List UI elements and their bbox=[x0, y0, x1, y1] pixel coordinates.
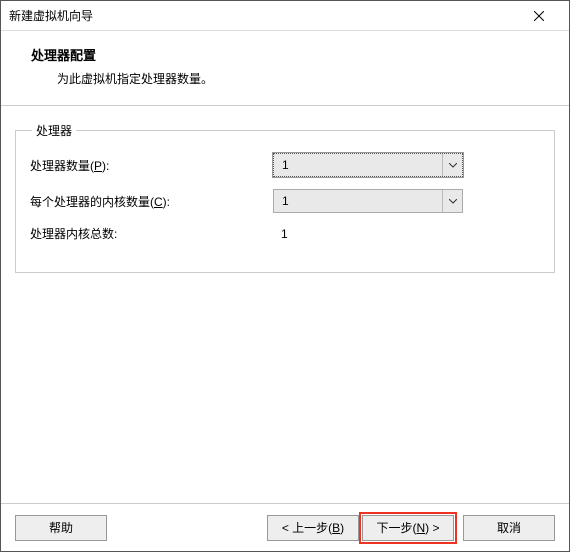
titlebar: 新建虚拟机向导 bbox=[1, 1, 569, 31]
next-button[interactable]: 下一步(N) > bbox=[362, 515, 454, 541]
cancel-button[interactable]: 取消 bbox=[463, 515, 555, 541]
row-total-cores: 处理器内核总数: 1 bbox=[28, 225, 542, 242]
combo-cpu-count[interactable]: 1 bbox=[273, 153, 463, 177]
row-cpu-count: 处理器数量(P): 1 bbox=[28, 153, 542, 177]
label-cores-per-cpu: 每个处理器的内核数量(C): bbox=[28, 193, 273, 210]
chevron-down-icon bbox=[442, 190, 462, 212]
value-total-cores: 1 bbox=[273, 227, 463, 241]
processor-group: 处理器 处理器数量(P): 1 每个处理器的内核数量(C): 1 bbox=[15, 122, 555, 273]
group-legend: 处理器 bbox=[32, 122, 76, 139]
combo-cores-per-cpu-value: 1 bbox=[274, 194, 442, 208]
next-button-highlight: 下一步(N) > bbox=[359, 512, 457, 544]
page-title: 处理器配置 bbox=[31, 45, 559, 64]
page-subtitle: 为此虚拟机指定处理器数量。 bbox=[31, 70, 559, 87]
help-button[interactable]: 帮助 bbox=[15, 515, 107, 541]
footer: 帮助 < 上一步(B) 下一步(N) > 取消 bbox=[1, 503, 569, 551]
label-total-cores: 处理器内核总数: bbox=[28, 225, 273, 242]
wizard-header: 处理器配置 为此虚拟机指定处理器数量。 bbox=[1, 31, 569, 106]
row-cores-per-cpu: 每个处理器的内核数量(C): 1 bbox=[28, 189, 542, 213]
chevron-down-icon bbox=[442, 154, 462, 176]
back-button[interactable]: < 上一步(B) bbox=[267, 515, 359, 541]
combo-cpu-count-value: 1 bbox=[274, 158, 442, 172]
label-cpu-count: 处理器数量(P): bbox=[28, 157, 273, 174]
close-button[interactable] bbox=[519, 2, 559, 30]
window-title: 新建虚拟机向导 bbox=[9, 7, 93, 24]
close-icon bbox=[534, 11, 544, 21]
combo-cores-per-cpu[interactable]: 1 bbox=[273, 189, 463, 213]
content-area: 处理器 处理器数量(P): 1 每个处理器的内核数量(C): 1 bbox=[1, 106, 569, 503]
